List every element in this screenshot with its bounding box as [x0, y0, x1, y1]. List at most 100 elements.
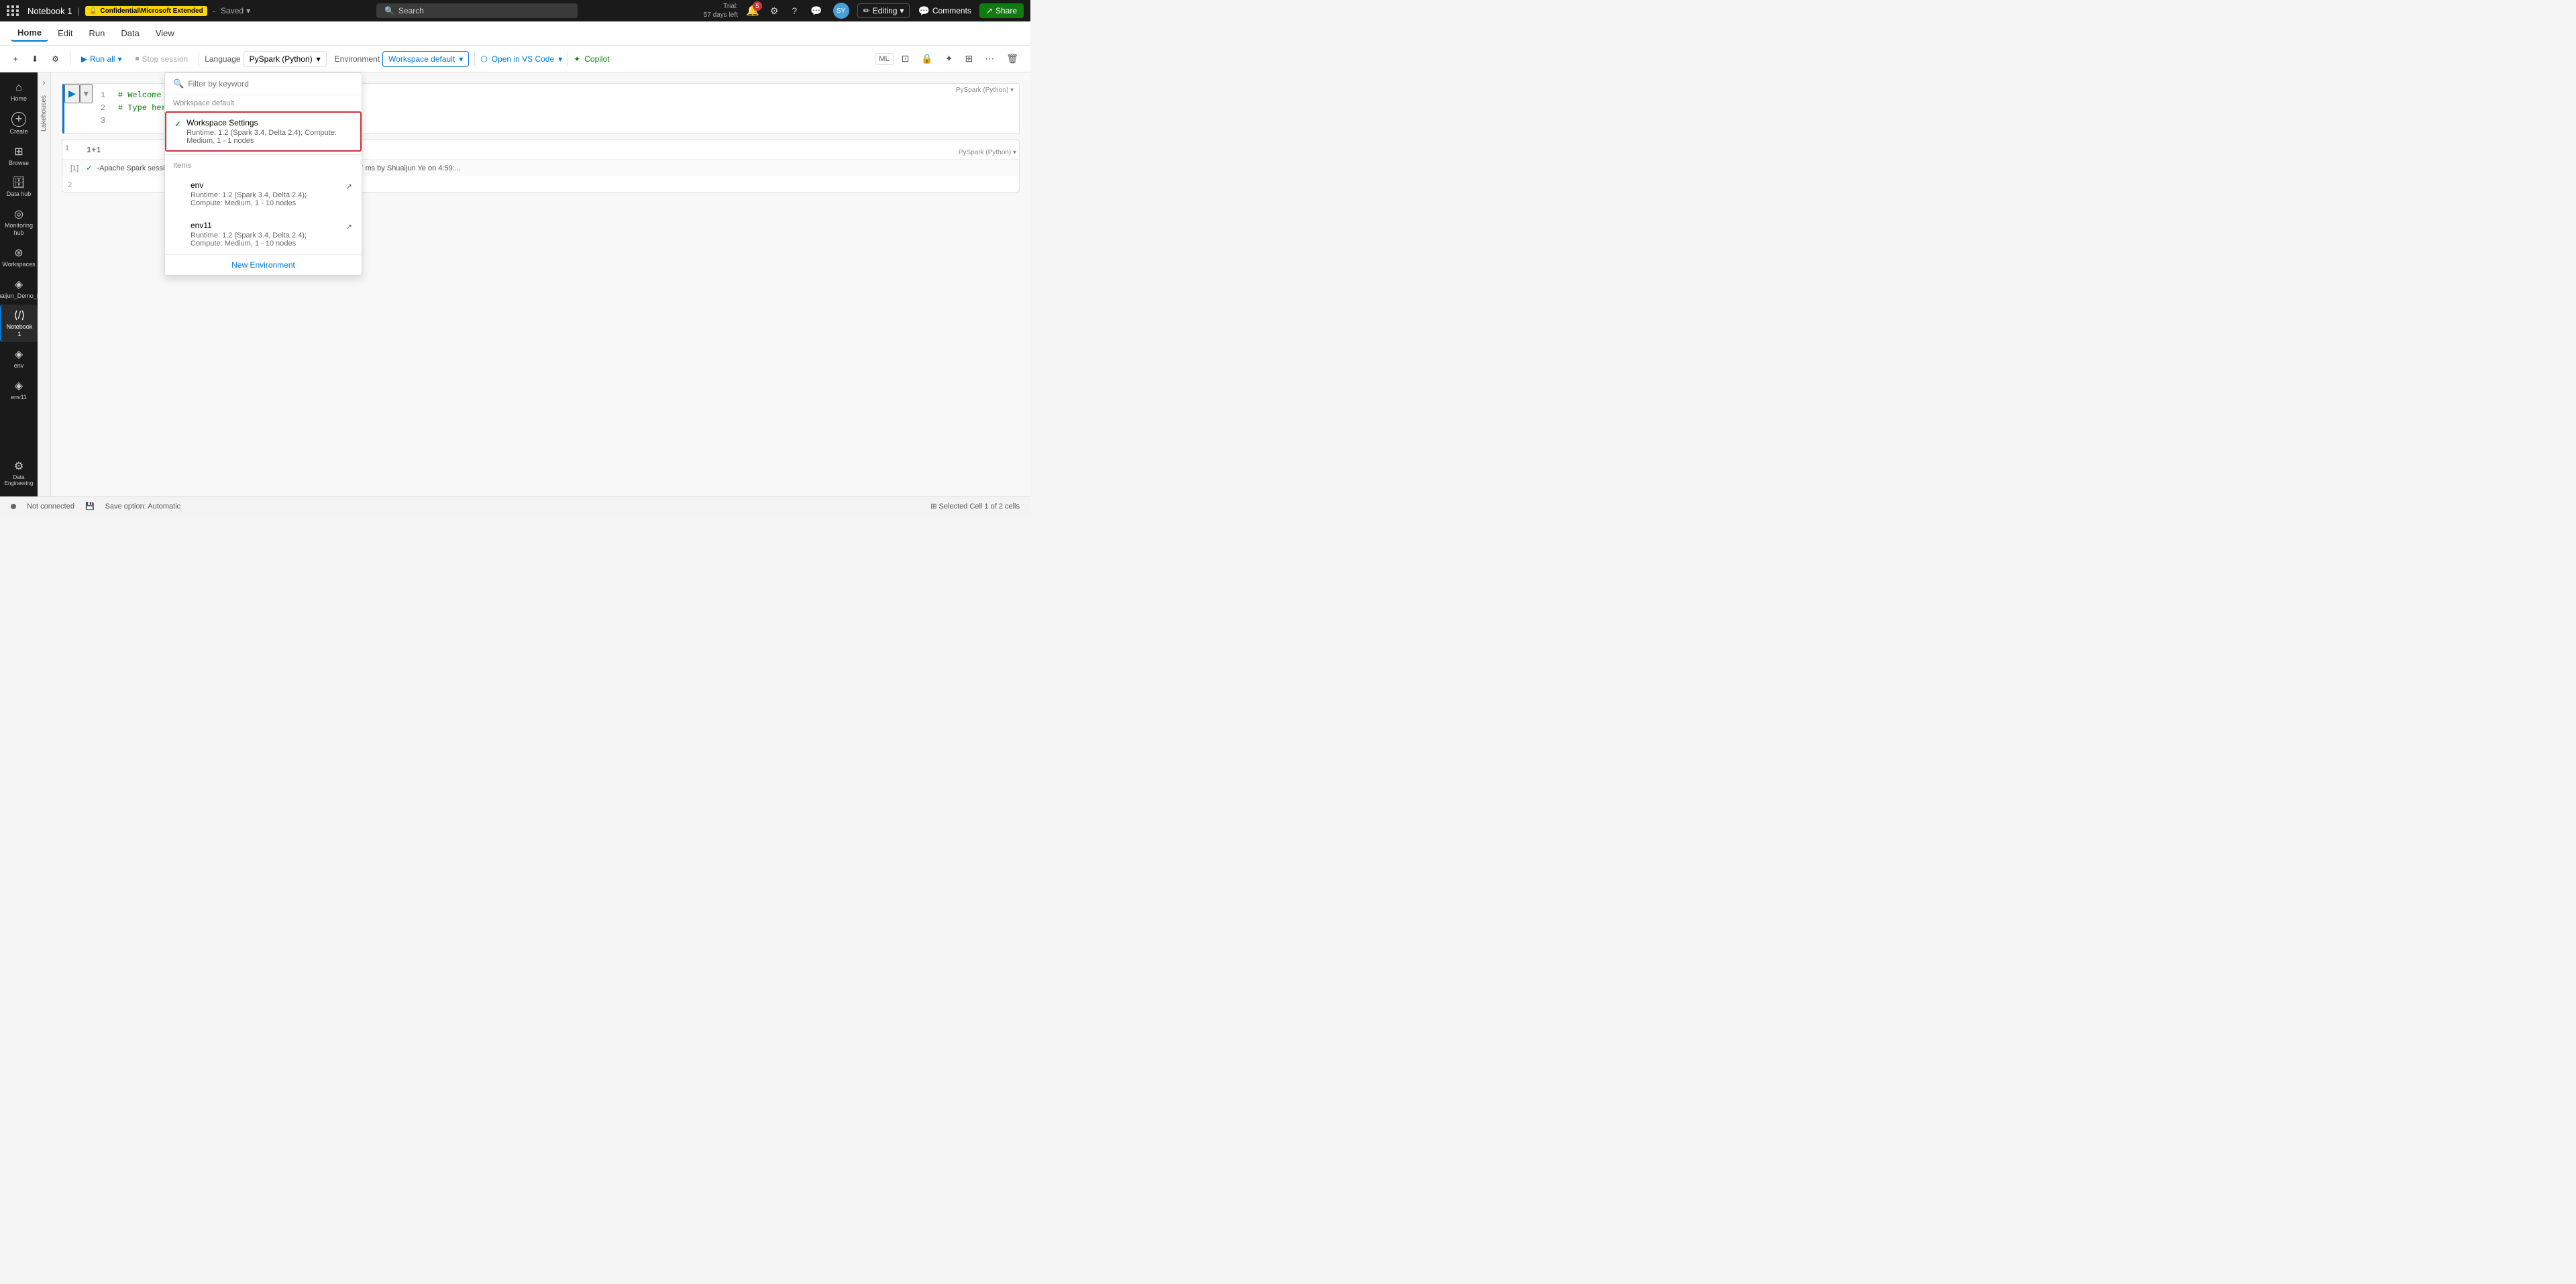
language-selector[interactable]: PySpark (Python) ▾	[244, 51, 327, 67]
save-button[interactable]: ⬇	[26, 52, 44, 66]
notebook1-icon: ⟨/⟩	[14, 309, 25, 322]
monitoring-icon: ◎	[14, 207, 23, 221]
workspace-settings-name: Workspace Settings	[186, 118, 352, 127]
create-icon: +	[11, 112, 26, 127]
lock-icon-button[interactable]: 🔒	[917, 50, 936, 67]
collapse-cell-1-button[interactable]: ▾	[80, 84, 93, 103]
sidebar-item-browse[interactable]: ⊞ Browse	[0, 141, 38, 171]
title-bar-left: Notebook 1 | 🔒 Confidential\Microsoft Ex…	[7, 5, 250, 16]
workspace-settings-desc: Runtime: 1.2 (Spark 3.4, Delta 2.4); Com…	[186, 129, 352, 145]
share-button[interactable]: ↗ Share	[979, 3, 1024, 18]
cell-2-code: 1+1	[87, 146, 101, 155]
share-icon: ↗	[986, 6, 993, 15]
run-all-button[interactable]: ▶ Run all ▾	[76, 52, 127, 66]
open-vscode-button[interactable]: ⬡ Open in VS Code ▾	[480, 54, 562, 64]
sidebar-item-env11[interactable]: ◈ env11	[0, 375, 38, 405]
search-icon: 🔍	[384, 6, 394, 15]
environment-label: Environment	[335, 54, 380, 64]
menu-view[interactable]: View	[149, 25, 181, 41]
workspace-settings-info: Workspace Settings Runtime: 1.2 (Spark 3…	[186, 118, 352, 145]
new-environment-button[interactable]: New Environment	[165, 254, 362, 275]
separator-dash: -	[213, 6, 215, 16]
env11-item[interactable]: env11 Runtime: 1.2 (Spark 3.4, Delta 2.4…	[165, 214, 362, 254]
connection-status-dot	[11, 504, 16, 509]
search-box[interactable]: 🔍 Search	[376, 3, 578, 18]
avatar[interactable]: SY	[833, 3, 849, 19]
run-cell-1-button[interactable]: ▶	[64, 84, 80, 103]
connection-status: Not connected	[27, 502, 74, 511]
settings-notebook-button[interactable]: ⚙	[46, 52, 64, 66]
stop-icon: ⏹	[135, 54, 139, 64]
copilot-button[interactable]: ✦ Copilot	[574, 54, 609, 64]
dropdown-search-icon: 🔍	[173, 78, 184, 89]
sidebar-item-data-engineering[interactable]: ⚙ Data Engineering	[0, 456, 38, 491]
save-option: Save option: Automatic	[105, 502, 181, 511]
env11-external-link-icon[interactable]: ↗	[345, 222, 352, 231]
feedback-button[interactable]: 💬	[808, 3, 824, 19]
sidebar-item-data-hub[interactable]: 🗄 Data hub	[0, 172, 38, 202]
env11-item-desc: Runtime: 1.2 (Spark 3.4, Delta 2.4); Com…	[191, 231, 340, 248]
main-layout: ⌂ Home + Create ⊞ Browse 🗄 Data hub ◎ Mo…	[0, 72, 1030, 496]
sidebar-item-home[interactable]: ⌂ Home	[0, 78, 38, 107]
sidebar-item-create[interactable]: + Create	[0, 108, 38, 140]
menu-bar: Home Edit Run Data View	[0, 21, 1030, 46]
sidebar-item-notebook1[interactable]: ⟨/⟩ Notebook 1	[0, 305, 38, 342]
sidebar-item-monitoring[interactable]: ◎ Monitoring hub	[0, 203, 38, 241]
vscode-icon: ⬡	[480, 54, 487, 64]
env-item[interactable]: env Runtime: 1.2 (Spark 3.4, Delta 2.4);…	[165, 174, 362, 214]
language-label: Language	[205, 54, 240, 64]
selected-cell-info: ⊞ Selected Cell 1 of 2 cells	[930, 502, 1020, 511]
lakehouses-label: Lakehouses	[40, 95, 48, 131]
brand-icon: 🔒	[89, 7, 97, 15]
workspace-settings-item[interactable]: ✓ Workspace Settings Runtime: 1.2 (Spark…	[165, 111, 362, 152]
chevron-down-icon: ▾	[317, 54, 321, 64]
waffle-icon[interactable]	[7, 5, 19, 16]
menu-run[interactable]: Run	[83, 25, 112, 41]
chevron-down-icon: ▾	[459, 54, 463, 64]
toolbar-separator-3	[474, 52, 475, 66]
dropdown-divider-1	[165, 154, 362, 155]
breadcrumb: Confidential\Microsoft Extended	[100, 7, 203, 15]
vscode-chevron: ▾	[558, 54, 562, 64]
menu-edit[interactable]: Edit	[51, 25, 79, 41]
run-all-chevron: ▾	[117, 54, 121, 64]
menu-data[interactable]: Data	[114, 25, 146, 41]
delete-cell-button[interactable]: 🗑	[1002, 50, 1022, 67]
edit-icon: ✏	[863, 6, 870, 15]
notification-button[interactable]: 🔔 5	[746, 4, 759, 17]
sidebar-item-env[interactable]: ◈ env	[0, 343, 38, 374]
sparkle-icon-button[interactable]: ✦	[941, 50, 957, 67]
save-status[interactable]: Saved ▾	[221, 6, 250, 15]
more-options-button[interactable]: ⋯	[981, 50, 998, 67]
expand-sidebar-button[interactable]: ›	[43, 78, 46, 87]
menu-home[interactable]: Home	[11, 25, 48, 42]
chevron-down-icon: ▾	[246, 6, 250, 15]
editing-button[interactable]: ✏ Editing ▾	[857, 3, 910, 18]
brand-tag: 🔒 Confidential\Microsoft Extended	[85, 6, 207, 16]
sidebar-item-demo-env[interactable]: ◈ Shuaijun_Demo_Env	[0, 274, 38, 304]
run-icon: ▶	[81, 54, 87, 64]
environment-selector[interactable]: Workspace default ▾	[382, 51, 469, 67]
add-code-cell-button[interactable]: +	[8, 52, 23, 66]
save-as-icon-button[interactable]: ⊡	[898, 50, 914, 67]
toolbar: + ⬇ ⚙ ▶ Run all ▾ ⏹ Stop session Languag…	[0, 46, 1030, 72]
environment-value: Workspace default	[388, 54, 455, 64]
env11-item-name: env11	[191, 221, 340, 230]
cell-2-lang: PySpark (Python) ▾	[956, 144, 1019, 159]
chevron-down-icon: ▾	[900, 6, 904, 15]
cell-2-controls: 1	[62, 140, 81, 156]
comment-icon: 💬	[918, 5, 929, 17]
sidebar-item-workspaces[interactable]: ⊛ Workspaces	[0, 242, 38, 272]
workspace-default-label: Workspace default	[165, 95, 362, 111]
split-icon-button[interactable]: ⊞	[961, 50, 977, 67]
stop-session-button[interactable]: ⏹ Stop session	[129, 51, 193, 66]
help-button[interactable]: ?	[789, 3, 800, 19]
save-icon: ⬇	[32, 54, 38, 64]
cell-1-line-numbers: 1 2 3	[93, 84, 113, 133]
cell-1-toolbar: PySpark (Python) ▾	[953, 84, 1019, 133]
comments-button[interactable]: 💬 Comments	[918, 5, 971, 17]
dropdown-filter-input[interactable]	[188, 79, 354, 89]
env-external-link-icon[interactable]: ↗	[345, 182, 352, 191]
sidebar-bottom: ⚙ Data Engineering	[0, 456, 38, 491]
settings-button[interactable]: ⚙	[767, 3, 782, 19]
